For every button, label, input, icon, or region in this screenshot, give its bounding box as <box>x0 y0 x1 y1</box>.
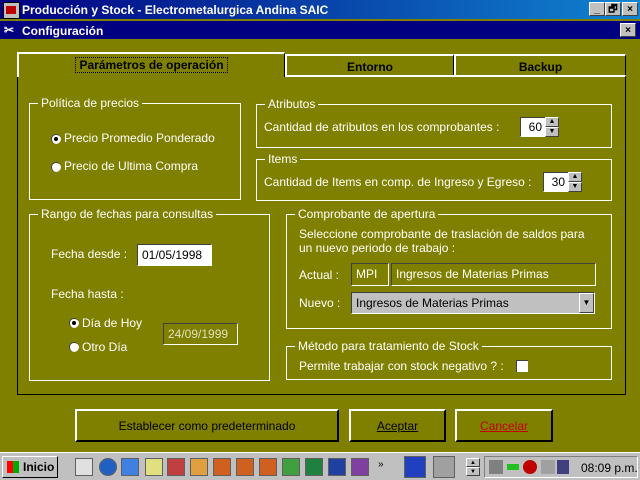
attributes-spin-up[interactable]: ▲ <box>545 117 559 127</box>
attributes-count-input[interactable]: 60 <box>520 117 546 137</box>
group-legend: Política de precios <box>38 96 143 110</box>
stop-icon[interactable] <box>523 460 537 474</box>
cancel-button[interactable]: Cancelar <box>455 409 553 442</box>
items-spin-down[interactable]: ▼ <box>568 182 582 192</box>
fox-icon-3[interactable] <box>259 458 277 476</box>
app-titlebar: Producción y Stock - Electrometalurgica … <box>0 0 640 19</box>
tab-parametros[interactable]: Parámetros de operación <box>17 52 285 77</box>
date-from-label: Fecha desde : <box>51 247 128 261</box>
option-label[interactable]: Otro Día <box>82 340 127 354</box>
fox-icon-2[interactable] <box>236 458 254 476</box>
group-legend: Rango de fechas para consultas <box>38 207 217 221</box>
radio-dia-hoy[interactable] <box>69 318 79 328</box>
attributes-label: Cantidad de atributos en los comprobante… <box>264 120 500 134</box>
tab-label: Parámetros de operación <box>75 57 228 73</box>
accept-label: Aceptar <box>376 419 419 433</box>
system-tray: 08:09 p.m. <box>484 456 638 478</box>
desktop-icon[interactable] <box>75 458 93 476</box>
negative-stock-checkbox[interactable] <box>516 360 528 372</box>
set-default-button[interactable]: Establecer como predeterminado <box>75 409 339 442</box>
actual-code-field: MPI <box>351 263 389 286</box>
actual-desc-field: Ingresos de Materias Primas <box>391 263 596 286</box>
group-legend: Atributos <box>265 97 319 111</box>
app-icon-5[interactable] <box>351 458 369 476</box>
app-icon-1[interactable] <box>145 458 163 476</box>
fox-icon-1[interactable] <box>213 458 231 476</box>
actual-label: Actual : <box>299 268 340 282</box>
radio-precio-promedio[interactable] <box>51 134 61 144</box>
nuevo-select-value: Ingresos de Materias Primas <box>356 296 509 310</box>
more-icon[interactable]: » <box>378 459 384 470</box>
option-label[interactable]: Precio de Ultima Compra <box>64 159 198 173</box>
dialog-titlebar: ✂ Configuración × <box>0 21 640 39</box>
pricing-policy-group: Política de precios <box>29 96 241 200</box>
date-from-input[interactable]: 01/05/1998 <box>137 244 212 266</box>
mail-icon[interactable] <box>121 458 139 476</box>
items-label: Cantidad de Items en comp. de Ingreso y … <box>264 175 532 189</box>
tab-entorno[interactable]: Entorno <box>285 54 454 76</box>
radio-precio-ultima[interactable] <box>51 162 61 172</box>
radio-otro-dia[interactable] <box>69 342 79 352</box>
close-dialog-button[interactable]: × <box>620 23 636 37</box>
accept-button[interactable]: Aceptar <box>349 409 446 442</box>
restore-button[interactable]: 🗗 <box>605 2 621 16</box>
chevron-down-icon[interactable]: ▼ <box>579 293 594 313</box>
app-title: Producción y Stock - Electrometalurgica … <box>22 3 329 17</box>
network-icon[interactable] <box>489 460 503 474</box>
word-icon[interactable] <box>328 458 346 476</box>
excel-icon[interactable] <box>305 458 323 476</box>
other-date-input[interactable]: 24/09/1999 <box>163 323 238 345</box>
app-icon-3[interactable] <box>190 458 208 476</box>
clock[interactable]: 08:09 p.m. <box>581 461 638 475</box>
app-icon-4[interactable] <box>282 458 300 476</box>
option-label[interactable]: Día de Hoy <box>82 316 142 330</box>
app-icon-2[interactable] <box>167 458 185 476</box>
date-to-label: Fecha hasta : <box>51 287 124 301</box>
minimize-button[interactable]: _ <box>589 2 605 16</box>
items-count-input[interactable]: 30 <box>543 172 569 192</box>
tray-icon[interactable] <box>541 460 555 474</box>
attributes-spin-down[interactable]: ▼ <box>545 127 559 137</box>
items-spin-up[interactable]: ▲ <box>568 172 582 182</box>
task-button-2[interactable] <box>433 456 455 478</box>
app-icon[interactable] <box>3 2 20 19</box>
scroll-up-icon[interactable]: ▲ <box>466 458 480 467</box>
group-legend: Método para tratamiento de Stock <box>295 339 482 353</box>
user-icon[interactable] <box>557 460 569 474</box>
taskbar: Inicio » ▲ ▼ 08:09 p.m. <box>0 452 640 480</box>
dialog-title: Configuración <box>22 24 104 38</box>
group-legend: Items <box>265 152 301 166</box>
battery-icon[interactable] <box>507 464 519 470</box>
tab-backup[interactable]: Backup <box>454 54 626 76</box>
start-button[interactable]: Inicio <box>2 456 58 478</box>
nuevo-label: Nuevo : <box>299 296 341 310</box>
nuevo-select[interactable]: Ingresos de Materias Primas <box>351 292 595 314</box>
browser-icon[interactable] <box>99 458 117 476</box>
negative-stock-label: Permite trabajar con stock negativo ? : <box>299 359 504 373</box>
task-button-1[interactable] <box>404 456 426 478</box>
close-app-button[interactable]: × <box>622 2 638 16</box>
instruction-line-1: Seleccione comprobante de traslación de … <box>299 227 585 241</box>
option-label[interactable]: Precio Promedio Ponderado <box>64 131 215 145</box>
scroll-down-icon[interactable]: ▼ <box>466 467 480 476</box>
tools-icon: ✂ <box>4 23 15 37</box>
group-legend: Comprobante de apertura <box>295 207 439 221</box>
cancel-label: Cancelar <box>479 419 529 433</box>
instruction-line-2: un nuevo periodo de trabajo : <box>299 241 456 255</box>
